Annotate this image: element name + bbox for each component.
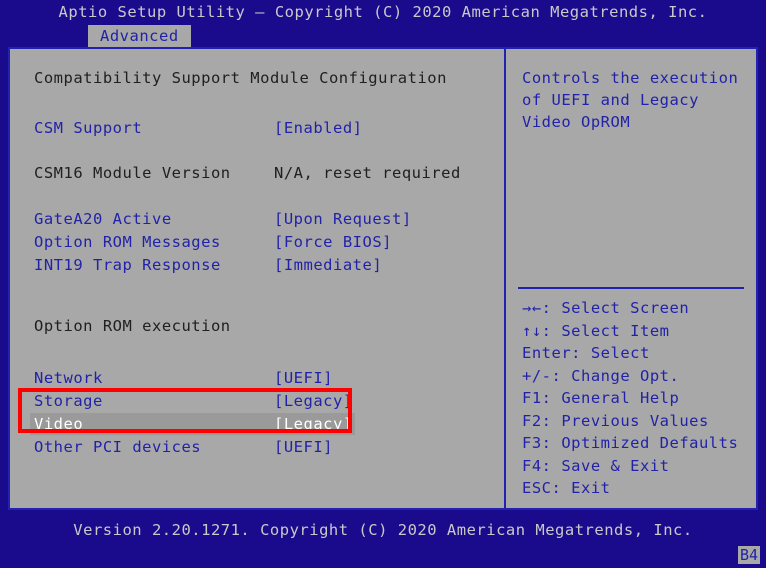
setting-value[interactable]: [Legacy] bbox=[274, 390, 353, 412]
key-legend-action: Optimized Defaults bbox=[551, 434, 739, 452]
key-legend-action: Exit bbox=[561, 479, 611, 497]
key-legend-row: F4: Save & Exit bbox=[522, 455, 752, 478]
key-legend-key: →←: bbox=[522, 299, 552, 317]
key-legend-row: Enter: Select bbox=[522, 342, 752, 365]
setting-row-other-pci-devices[interactable]: Other PCI devices [UEFI] bbox=[10, 436, 504, 458]
settings-pane: Compatibility Support Module Configurati… bbox=[10, 49, 504, 508]
key-legend-row: +/-: Change Opt. bbox=[522, 365, 752, 388]
window-title: Aptio Setup Utility – Copyright (C) 2020… bbox=[58, 3, 708, 21]
key-legend-row: ESC: Exit bbox=[522, 477, 752, 500]
footer-version: Version 2.20.1271. Copyright (C) 2020 Am… bbox=[73, 521, 693, 539]
key-legend: →←: Select Screen ↑↓: Select Item Enter: S… bbox=[522, 297, 752, 500]
setting-label: Video bbox=[34, 415, 84, 433]
setting-value[interactable]: [Upon Request] bbox=[274, 208, 412, 230]
setting-row-network[interactable]: Network [UEFI] bbox=[10, 367, 504, 389]
setting-label: Other PCI devices bbox=[34, 438, 202, 456]
key-legend-action: General Help bbox=[551, 389, 680, 407]
help-pane: Controls the execution of UEFI and Legac… bbox=[506, 49, 756, 508]
key-legend-row: ↑↓: Select Item bbox=[522, 320, 752, 343]
setting-label: Option ROM Messages bbox=[34, 233, 221, 251]
setting-row-video[interactable]: Video [Legacy] bbox=[10, 413, 504, 435]
main-frame: Compatibility Support Module Configurati… bbox=[8, 47, 758, 510]
key-legend-row: →←: Select Screen bbox=[522, 297, 752, 320]
key-legend-row: F2: Previous Values bbox=[522, 410, 752, 433]
setting-label: GateA20 Active bbox=[34, 210, 172, 228]
setting-label: INT19 Trap Response bbox=[34, 256, 221, 274]
key-legend-action: Select Screen bbox=[551, 299, 690, 317]
group-title-oprom: Option ROM execution bbox=[34, 317, 231, 335]
key-legend-action: Select bbox=[581, 344, 650, 362]
help-divider bbox=[518, 287, 744, 289]
setting-value[interactable]: [Force BIOS] bbox=[274, 231, 392, 253]
key-legend-row: F3: Optimized Defaults bbox=[522, 432, 752, 455]
section-title: Compatibility Support Module Configurati… bbox=[34, 69, 447, 87]
setting-row-csm-support[interactable]: CSM Support [Enabled] bbox=[10, 117, 504, 139]
setting-row-csm16-module-version: CSM16 Module Version N/A, reset required bbox=[10, 162, 504, 184]
key-legend-key: F3: bbox=[522, 434, 552, 452]
setting-row-gatea20-active[interactable]: GateA20 Active [Upon Request] bbox=[10, 208, 504, 230]
setting-value[interactable]: [Legacy] bbox=[274, 413, 353, 435]
setting-label: CSM16 Module Version bbox=[34, 164, 231, 182]
tab-advanced[interactable]: Advanced bbox=[88, 25, 191, 47]
key-legend-action: Save & Exit bbox=[551, 456, 670, 475]
key-legend-key: Enter: bbox=[522, 344, 581, 362]
bios-setup-screen: Aptio Setup Utility – Copyright (C) 2020… bbox=[0, 0, 766, 568]
setting-label: Storage bbox=[34, 392, 103, 410]
corner-badge: B4 bbox=[737, 546, 760, 564]
key-legend-key: ↑↓: bbox=[522, 321, 552, 340]
setting-value[interactable]: [Enabled] bbox=[274, 117, 363, 139]
setting-row-int19-trap-response[interactable]: INT19 Trap Response [Immediate] bbox=[10, 254, 504, 276]
setting-row-option-rom-messages[interactable]: Option ROM Messages [Force BIOS] bbox=[10, 231, 504, 253]
help-description: Controls the execution of UEFI and Legac… bbox=[522, 69, 739, 131]
setting-value[interactable]: [UEFI] bbox=[274, 436, 333, 458]
setting-value: N/A, reset required bbox=[274, 164, 461, 182]
key-legend-action: Select Item bbox=[551, 321, 670, 340]
key-legend-action: Previous Values bbox=[551, 411, 709, 430]
setting-value[interactable]: [UEFI] bbox=[274, 367, 333, 389]
setting-label: CSM Support bbox=[34, 119, 143, 137]
key-legend-key: ESC: bbox=[522, 479, 562, 497]
key-legend-row: F1: General Help bbox=[522, 387, 752, 410]
key-legend-key: F4: bbox=[522, 456, 552, 475]
key-legend-key: F1: bbox=[522, 389, 552, 407]
key-legend-action: Change Opt. bbox=[561, 366, 680, 385]
setting-row-storage[interactable]: Storage [Legacy] bbox=[10, 390, 504, 412]
menu-tab-bar: Advanced bbox=[0, 25, 766, 47]
setting-label: Network bbox=[34, 369, 103, 387]
key-legend-key: F2: bbox=[522, 411, 552, 430]
key-legend-key: +/-: bbox=[522, 366, 562, 385]
setting-value[interactable]: [Immediate] bbox=[274, 254, 382, 276]
